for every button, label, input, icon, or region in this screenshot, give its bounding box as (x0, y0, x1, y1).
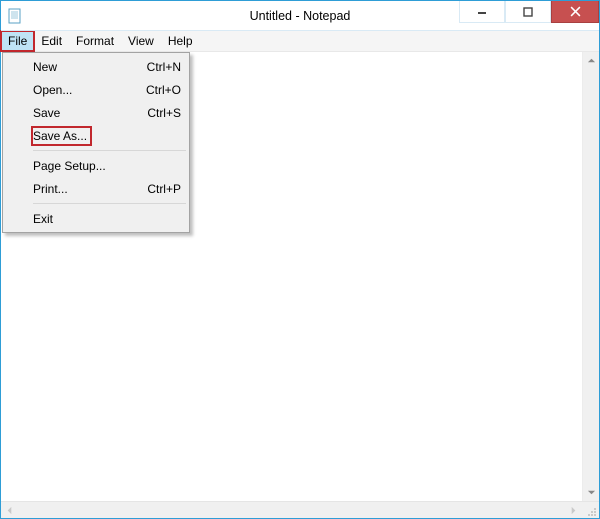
menu-item-exit[interactable]: Exit (5, 207, 187, 230)
menu-item-open[interactable]: Open... Ctrl+O (5, 78, 187, 101)
menu-item-print[interactable]: Print... Ctrl+P (5, 177, 187, 200)
menu-item-save[interactable]: Save Ctrl+S (5, 101, 187, 124)
menu-item-save-as-label: Save As... (33, 129, 87, 143)
menu-item-save-shortcut: Ctrl+S (147, 106, 181, 120)
menu-item-print-shortcut: Ctrl+P (147, 182, 181, 196)
menu-help-label: Help (168, 34, 193, 48)
menu-view-label: View (128, 34, 154, 48)
scroll-down-icon[interactable] (583, 484, 600, 501)
menu-item-new-label: New (33, 60, 57, 74)
menu-item-print-label: Print... (33, 182, 68, 196)
scroll-left-icon[interactable] (1, 502, 18, 519)
notepad-icon (7, 8, 23, 24)
menu-item-save-label: Save (33, 106, 60, 120)
menu-edit[interactable]: Edit (34, 31, 69, 51)
scroll-right-icon[interactable] (565, 502, 582, 519)
menu-item-save-as[interactable]: Save As... (5, 124, 187, 147)
window-controls (459, 1, 599, 30)
menu-item-new-shortcut: Ctrl+N (147, 60, 181, 74)
menu-item-exit-label: Exit (33, 212, 53, 226)
resize-grip-icon[interactable] (582, 502, 599, 519)
menu-format-label: Format (76, 34, 114, 48)
menu-bar: File Edit Format View Help (1, 31, 599, 52)
maximize-button[interactable] (505, 1, 551, 23)
menu-file[interactable]: File (1, 31, 34, 51)
scroll-up-icon[interactable] (583, 52, 600, 69)
title-bar[interactable]: Untitled - Notepad (1, 1, 599, 31)
menu-separator (33, 150, 186, 151)
menu-item-new[interactable]: New Ctrl+N (5, 55, 187, 78)
menu-item-page-setup[interactable]: Page Setup... (5, 154, 187, 177)
vertical-scrollbar[interactable] (582, 52, 599, 501)
menu-item-page-setup-label: Page Setup... (33, 159, 106, 173)
menu-item-open-label: Open... (33, 83, 72, 97)
menu-file-label: File (8, 34, 27, 48)
close-button[interactable] (551, 1, 599, 23)
menu-item-open-shortcut: Ctrl+O (146, 83, 181, 97)
minimize-button[interactable] (459, 1, 505, 23)
menu-separator (33, 203, 186, 204)
file-dropdown-menu: New Ctrl+N Open... Ctrl+O Save Ctrl+S Sa… (2, 52, 190, 233)
menu-help[interactable]: Help (161, 31, 200, 51)
menu-format[interactable]: Format (69, 31, 121, 51)
menu-edit-label: Edit (41, 34, 62, 48)
menu-view[interactable]: View (121, 31, 161, 51)
horizontal-scrollbar[interactable] (1, 501, 599, 518)
